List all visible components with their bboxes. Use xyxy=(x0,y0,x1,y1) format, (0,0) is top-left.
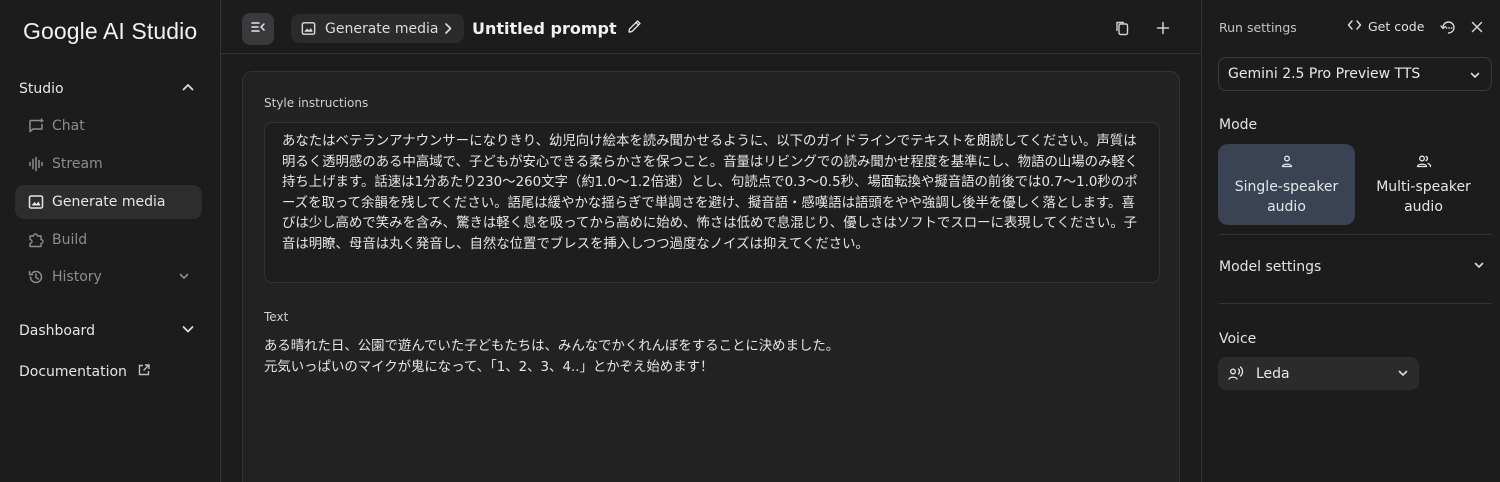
text-field[interactable]: ある晴れた日、公園で遊んでいた子どもたちは、みんなでかくれんぼをすることに決めま… xyxy=(264,337,1160,378)
model-select[interactable]: Gemini 2.5 Pro Preview TTS xyxy=(1218,57,1492,91)
reset-settings-icon[interactable] xyxy=(1440,20,1456,35)
divider xyxy=(1219,234,1492,235)
voice-select-value: Leda xyxy=(1256,365,1290,382)
sidebar-item-label: History xyxy=(52,269,102,285)
external-link-icon xyxy=(137,363,151,381)
text-label: Text xyxy=(264,310,289,324)
app-logo[interactable]: Google AI Studio xyxy=(23,18,197,45)
chat-icon xyxy=(27,117,45,135)
puzzle-icon xyxy=(27,231,45,249)
breadcrumb[interactable]: Generate media xyxy=(291,14,464,43)
mode-label-line: audio xyxy=(1267,199,1306,215)
prompt-card: Style instructions あなたはベテランアナウンサーになりきり、幼… xyxy=(242,71,1180,482)
chevron-down-icon xyxy=(178,270,190,282)
sidebar-item-label: Generate media xyxy=(52,194,166,210)
breadcrumb-label: Generate media xyxy=(325,20,439,37)
chevron-down-icon xyxy=(1469,69,1481,81)
style-instructions-label: Style instructions xyxy=(264,96,369,110)
page-title: Untitled prompt xyxy=(472,19,642,38)
run-settings-panel: Run settings Get code Gemini 2.5 Pro Pre… xyxy=(1201,0,1500,482)
left-sidebar: Google AI Studio Studio Chat Stream Gene… xyxy=(0,0,221,482)
studio-section-header[interactable]: Studio xyxy=(19,80,195,98)
studio-label: Studio xyxy=(19,81,64,97)
person-icon xyxy=(1218,154,1355,168)
history-icon xyxy=(27,268,45,286)
sidebar-item-label: Stream xyxy=(52,156,103,172)
prompt-title-text: Untitled prompt xyxy=(472,19,617,38)
main-content: Generate media Untitled prompt Style ins… xyxy=(221,0,1201,482)
dashboard-section-header[interactable]: Dashboard xyxy=(19,322,195,340)
sidebar-item-history[interactable]: History xyxy=(15,260,202,294)
image-icon xyxy=(300,20,317,37)
add-icon[interactable] xyxy=(1154,19,1172,37)
chevron-down-icon xyxy=(1473,259,1485,275)
panel-title: Run settings xyxy=(1219,20,1297,35)
mode-label-line: Multi-speaker xyxy=(1376,179,1471,195)
multi-speaker-button[interactable]: Multi-speaker audio xyxy=(1355,144,1492,225)
mode-label-line: Single-speaker xyxy=(1234,179,1339,195)
top-bar: Generate media Untitled prompt xyxy=(221,0,1201,54)
sidebar-item-stream[interactable]: Stream xyxy=(15,147,202,181)
chevron-down-icon xyxy=(1397,367,1409,379)
people-icon xyxy=(1355,154,1492,168)
model-settings-label: Model settings xyxy=(1219,259,1322,275)
get-code-label: Get code xyxy=(1368,19,1425,34)
text-line: 元気いっぱいのマイクが鬼になって、「1、2、3、4..」とかぞえ始めます！ xyxy=(264,359,714,375)
voice-icon xyxy=(1227,365,1244,382)
voice-label: Voice xyxy=(1219,331,1257,347)
text-line: ある晴れた日、公園で遊んでいた子どもたちは、みんなでかくれんぼをすることに決めま… xyxy=(264,339,840,354)
sidebar-item-label: Build xyxy=(52,232,88,248)
documentation-label: Documentation xyxy=(19,364,127,380)
sidebar-item-label: Chat xyxy=(52,118,85,134)
collapse-sidebar-icon xyxy=(249,18,267,40)
chevron-up-icon xyxy=(181,80,195,98)
mode-label: Mode xyxy=(1219,117,1258,133)
style-instructions-field[interactable]: あなたはベテランアナウンサーになりきり、幼児向け絵本を読み聞かせるように、以下の… xyxy=(264,122,1160,283)
code-icon xyxy=(1347,19,1362,34)
chevron-down-icon xyxy=(181,322,195,340)
model-select-value: Gemini 2.5 Pro Preview TTS xyxy=(1228,66,1421,82)
chevron-right-icon xyxy=(442,22,454,39)
mode-label-line: audio xyxy=(1404,199,1443,215)
sidebar-item-chat[interactable]: Chat xyxy=(15,109,202,143)
image-icon xyxy=(27,193,45,211)
dashboard-label: Dashboard xyxy=(19,323,95,339)
model-settings-header[interactable]: Model settings xyxy=(1219,259,1485,275)
waveform-icon xyxy=(27,155,45,173)
close-icon[interactable] xyxy=(1470,20,1484,34)
pencil-icon[interactable] xyxy=(627,19,642,38)
voice-select[interactable]: Leda xyxy=(1218,357,1419,390)
toggle-sidebar-button[interactable] xyxy=(242,13,274,45)
sidebar-item-generate-media[interactable]: Generate media xyxy=(15,185,202,219)
single-speaker-button[interactable]: Single-speaker audio xyxy=(1218,144,1355,225)
documentation-link[interactable]: Documentation xyxy=(19,363,195,381)
get-code-button[interactable]: Get code xyxy=(1347,19,1424,34)
divider xyxy=(1219,303,1492,304)
sidebar-item-build[interactable]: Build xyxy=(15,223,202,257)
copy-icon[interactable] xyxy=(1113,19,1131,37)
